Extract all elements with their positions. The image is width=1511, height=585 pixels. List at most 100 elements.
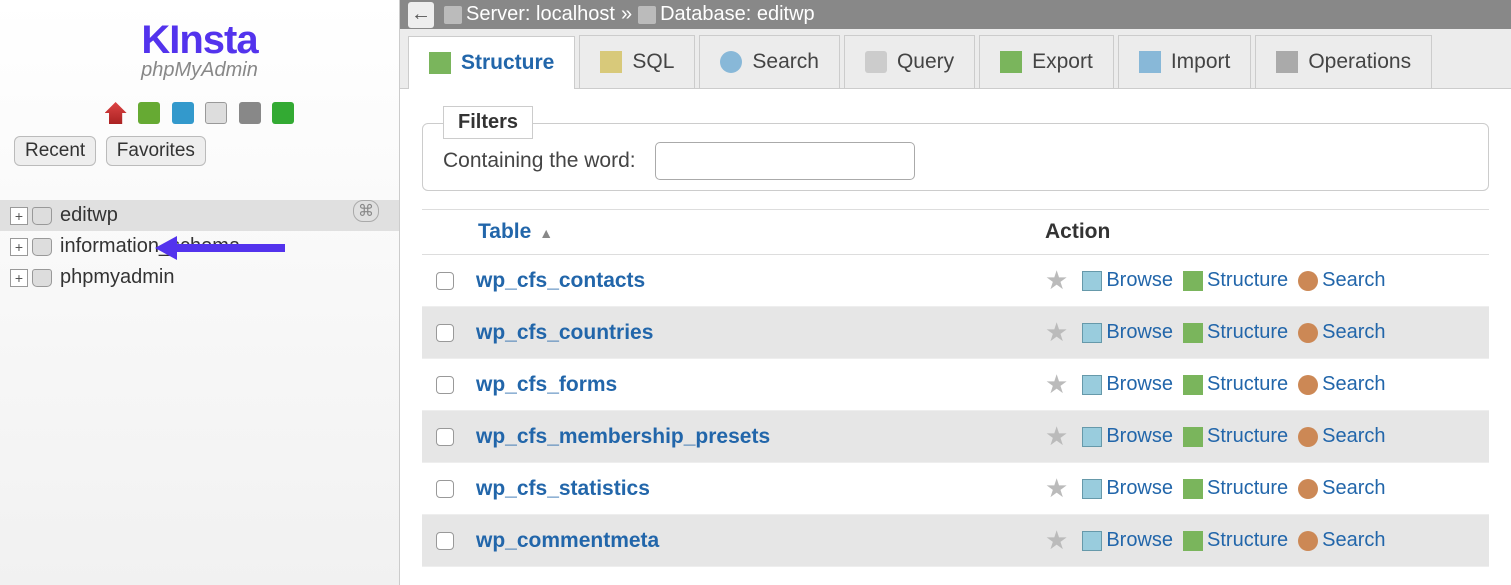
recent-button[interactable]: Recent bbox=[14, 136, 96, 166]
sidebar-toolbar bbox=[0, 102, 399, 130]
filters-legend: Filters bbox=[443, 106, 533, 139]
table-name[interactable]: wp_cfs_forms bbox=[476, 373, 617, 397]
search-link[interactable]: Search bbox=[1298, 373, 1385, 396]
tab-sql[interactable]: SQL bbox=[579, 35, 695, 88]
exit-icon[interactable] bbox=[138, 102, 160, 124]
row-checkbox[interactable] bbox=[436, 272, 454, 290]
search-icon bbox=[1298, 479, 1318, 499]
favorite-icon[interactable]: ★ bbox=[1045, 473, 1068, 504]
browse-icon bbox=[1082, 427, 1102, 447]
table-name[interactable]: wp_commentmeta bbox=[476, 529, 659, 553]
tab-import[interactable]: Import bbox=[1118, 35, 1252, 88]
search-icon bbox=[1298, 427, 1318, 447]
tab-search[interactable]: Search bbox=[699, 35, 840, 88]
database-label: Database: bbox=[660, 3, 751, 26]
structure-link[interactable]: Structure bbox=[1183, 529, 1288, 552]
database-icon bbox=[32, 238, 52, 256]
browse-link[interactable]: Browse bbox=[1082, 373, 1173, 396]
favorite-icon[interactable]: ★ bbox=[1045, 525, 1068, 556]
home-icon[interactable] bbox=[105, 102, 127, 124]
reload-icon[interactable] bbox=[272, 102, 294, 124]
structure-icon bbox=[1183, 323, 1203, 343]
browse-link[interactable]: Browse bbox=[1082, 529, 1173, 552]
structure-link[interactable]: Structure bbox=[1183, 269, 1288, 292]
search-link[interactable]: Search bbox=[1298, 529, 1385, 552]
table-row: wp_commentmeta ★ Browse Structure Search bbox=[422, 515, 1489, 567]
table-name[interactable]: wp_cfs_contacts bbox=[476, 269, 645, 293]
structure-link[interactable]: Structure bbox=[1183, 321, 1288, 344]
browse-link[interactable]: Browse bbox=[1082, 321, 1173, 344]
search-link[interactable]: Search bbox=[1298, 321, 1385, 344]
browse-icon bbox=[1082, 323, 1102, 343]
browse-icon bbox=[1082, 531, 1102, 551]
main-panel: ← Server: localhost » Database: editwp S… bbox=[400, 0, 1511, 585]
search-link[interactable]: Search bbox=[1298, 269, 1385, 292]
favorite-icon[interactable]: ★ bbox=[1045, 421, 1068, 452]
expand-icon[interactable]: + bbox=[10, 207, 28, 225]
database-value[interactable]: editwp bbox=[757, 3, 815, 26]
tab-query[interactable]: Query bbox=[844, 35, 975, 88]
structure-link[interactable]: Structure bbox=[1183, 373, 1288, 396]
row-checkbox[interactable] bbox=[436, 532, 454, 550]
browse-link[interactable]: Browse bbox=[1082, 477, 1173, 500]
app-name: phpMyAdmin bbox=[0, 59, 399, 82]
browse-link[interactable]: Browse bbox=[1082, 269, 1173, 292]
export-icon bbox=[1000, 51, 1022, 73]
db-item-editwp[interactable]: + editwp bbox=[0, 200, 399, 231]
annotation-arrow bbox=[155, 240, 285, 256]
database-icon bbox=[638, 6, 656, 24]
structure-icon bbox=[1183, 427, 1203, 447]
filter-input[interactable] bbox=[655, 142, 915, 180]
info-icon[interactable] bbox=[172, 102, 194, 124]
link-icon[interactable]: ⌘ bbox=[353, 200, 379, 222]
db-name: phpmyadmin bbox=[60, 266, 175, 289]
column-table[interactable]: Table▲ bbox=[478, 220, 553, 244]
tab-structure[interactable]: Structure bbox=[408, 36, 575, 89]
structure-icon bbox=[429, 52, 451, 74]
logo: KInsta phpMyAdmin bbox=[0, 0, 399, 88]
expand-icon[interactable]: + bbox=[10, 269, 28, 287]
table-name[interactable]: wp_cfs_statistics bbox=[476, 477, 650, 501]
favorite-icon[interactable]: ★ bbox=[1045, 317, 1068, 348]
sidebar: KInsta phpMyAdmin Recent Favorites ⌘ + ed… bbox=[0, 0, 400, 585]
server-icon bbox=[444, 6, 462, 24]
settings-icon[interactable] bbox=[239, 102, 261, 124]
browse-link[interactable]: Browse bbox=[1082, 425, 1173, 448]
expand-icon[interactable]: + bbox=[10, 238, 28, 256]
db-name: editwp bbox=[60, 204, 118, 227]
row-checkbox[interactable] bbox=[436, 324, 454, 342]
table-name[interactable]: wp_cfs_membership_presets bbox=[476, 425, 770, 449]
tables-list: Table▲ Action wp_cfs_contacts ★ Browse Stru… bbox=[422, 209, 1489, 567]
browse-icon bbox=[1082, 271, 1102, 291]
docs-icon[interactable] bbox=[205, 102, 227, 124]
favorite-icon[interactable]: ★ bbox=[1045, 265, 1068, 296]
server-value[interactable]: localhost bbox=[536, 3, 615, 26]
brand-name: KInsta bbox=[0, 18, 399, 63]
sql-icon bbox=[600, 51, 622, 73]
structure-icon bbox=[1183, 375, 1203, 395]
structure-link[interactable]: Structure bbox=[1183, 477, 1288, 500]
filter-label: Containing the word: bbox=[443, 149, 636, 172]
favorites-button[interactable]: Favorites bbox=[106, 136, 206, 166]
column-action: Action bbox=[1045, 220, 1475, 244]
tab-export[interactable]: Export bbox=[979, 35, 1114, 88]
table-name[interactable]: wp_cfs_countries bbox=[476, 321, 653, 345]
search-link[interactable]: Search bbox=[1298, 477, 1385, 500]
browse-icon bbox=[1082, 479, 1102, 499]
sort-asc-icon: ▲ bbox=[539, 225, 553, 241]
row-checkbox[interactable] bbox=[436, 428, 454, 446]
table-row: wp_cfs_countries ★ Browse Structure Search bbox=[422, 307, 1489, 359]
table-row: wp_cfs_statistics ★ Browse Structure Search bbox=[422, 463, 1489, 515]
breadcrumb: ← Server: localhost » Database: editwp bbox=[400, 0, 1511, 29]
structure-icon bbox=[1183, 271, 1203, 291]
structure-icon bbox=[1183, 479, 1203, 499]
tab-operations[interactable]: Operations bbox=[1255, 35, 1432, 88]
favorite-icon[interactable]: ★ bbox=[1045, 369, 1068, 400]
back-button[interactable]: ← bbox=[408, 2, 434, 28]
db-item-phpmyadmin[interactable]: + phpmyadmin bbox=[0, 262, 399, 293]
row-checkbox[interactable] bbox=[436, 480, 454, 498]
structure-link[interactable]: Structure bbox=[1183, 425, 1288, 448]
row-checkbox[interactable] bbox=[436, 376, 454, 394]
query-icon bbox=[865, 51, 887, 73]
search-link[interactable]: Search bbox=[1298, 425, 1385, 448]
